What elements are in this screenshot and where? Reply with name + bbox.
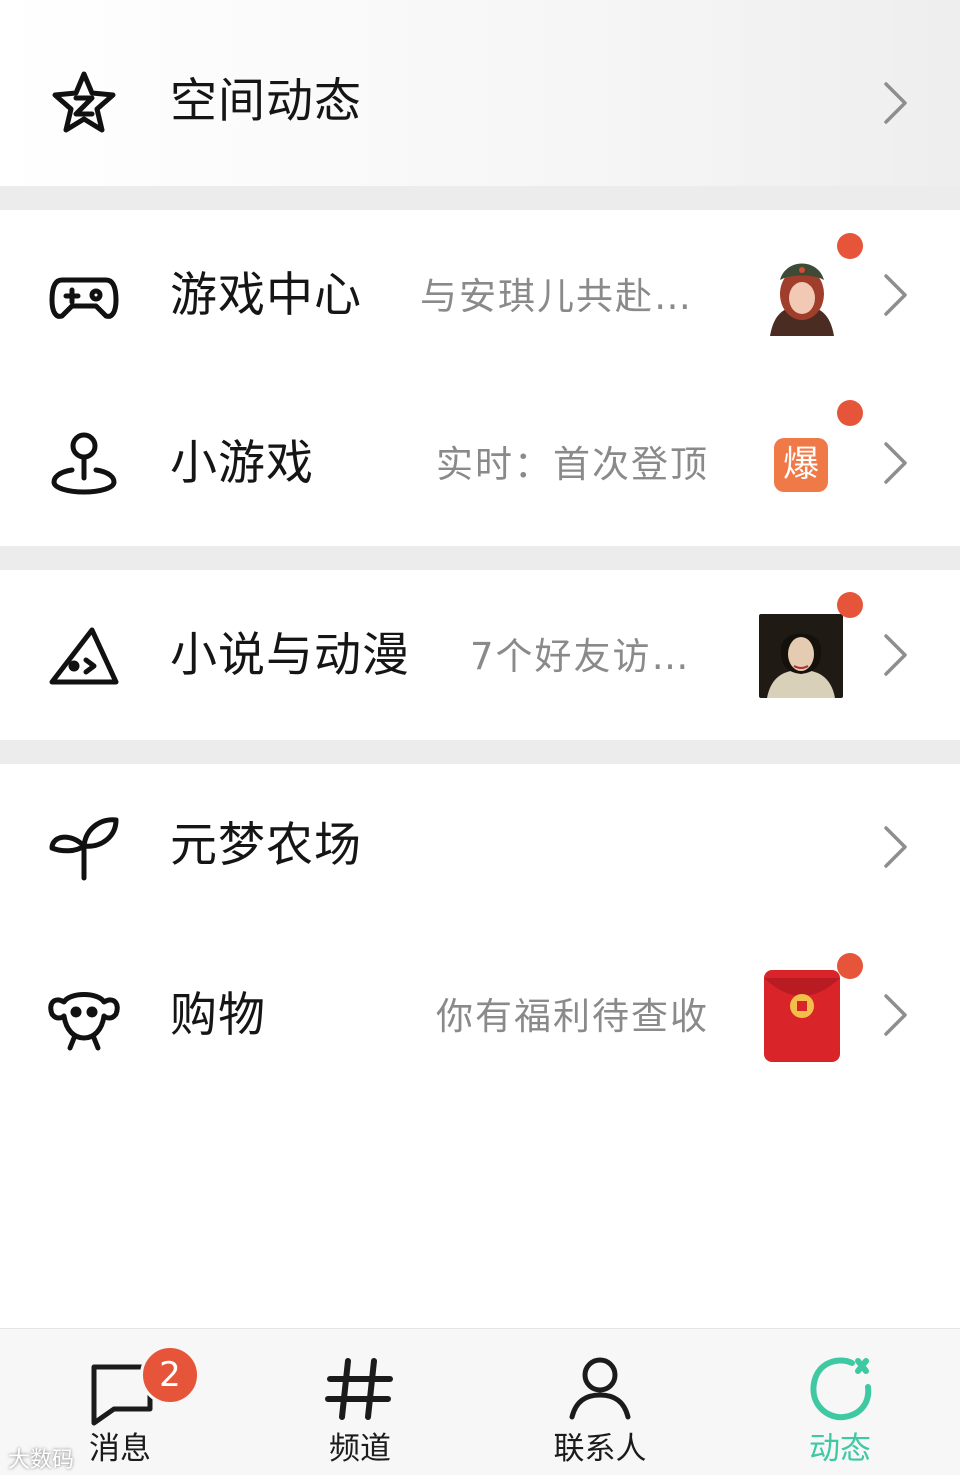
gamepad-icon (48, 260, 120, 332)
map-pin-icon (48, 426, 120, 498)
hot-badge: 爆 (774, 438, 828, 492)
red-envelope-thumbnail (760, 970, 844, 1062)
refresh-star-icon (802, 1351, 878, 1427)
menu-subtitle: 7个好友访… (470, 635, 691, 678)
menu-title: 小游戏 (170, 436, 314, 491)
chevron-right-icon (878, 824, 912, 870)
menu-row-farm[interactable]: 元梦农场 (0, 764, 960, 930)
hash-icon (322, 1351, 398, 1427)
menu-title: 元梦农场 (170, 818, 362, 873)
tab-label: 动态 (809, 1431, 871, 1467)
menu-title: 空间动态 (170, 74, 362, 129)
menu-row-shopping[interactable]: 购物 你有福利待查收 (0, 930, 960, 1100)
star-z-icon (48, 68, 120, 140)
menu-row-game-center[interactable]: 游戏中心 与安琪儿共赴… (0, 210, 960, 380)
notification-dot (837, 400, 863, 426)
tab-feed[interactable]: 动态 (720, 1329, 960, 1475)
chevron-right-icon (878, 272, 912, 318)
person-icon (562, 1351, 638, 1427)
novel-portrait-thumbnail (759, 614, 843, 698)
section-divider (0, 186, 960, 210)
menu-subtitle: 你有福利待查收 (436, 995, 709, 1038)
sprout-icon (48, 812, 120, 884)
menu-title: 游戏中心 (170, 268, 362, 323)
notification-dot (837, 233, 863, 259)
notification-dot (837, 592, 863, 618)
tab-channels[interactable]: 频道 (240, 1329, 480, 1475)
game-avatar-thumbnail (760, 252, 844, 336)
section-divider (0, 740, 960, 764)
dog-face-icon (48, 980, 120, 1052)
menu-row-novels-anime[interactable]: 小说与动漫 7个好友访… (0, 570, 960, 740)
bottom-tab-bar: 2 消息 频道 联系人 动态 (0, 1328, 960, 1475)
section-divider (0, 546, 960, 570)
tab-label: 联系人 (553, 1431, 647, 1467)
tab-contacts[interactable]: 联系人 (480, 1329, 720, 1475)
menu-subtitle: 实时：首次登顶 (436, 443, 709, 486)
menu-row-qzone[interactable]: 空间动态 (0, 0, 960, 186)
menu-title: 小说与动漫 (170, 628, 410, 683)
menu-title: 购物 (170, 988, 266, 1043)
notification-dot (837, 953, 863, 979)
chevron-right-icon (878, 992, 912, 1038)
unread-count-badge: 2 (140, 1345, 200, 1405)
chevron-right-icon (878, 632, 912, 678)
chevron-right-icon (878, 440, 912, 486)
menu-subtitle: 与安琪儿共赴… (420, 275, 693, 318)
tab-label: 频道 (329, 1431, 391, 1467)
cheese-icon (48, 620, 120, 692)
chevron-right-icon (878, 80, 912, 126)
watermark: 大数码 (8, 1448, 75, 1473)
